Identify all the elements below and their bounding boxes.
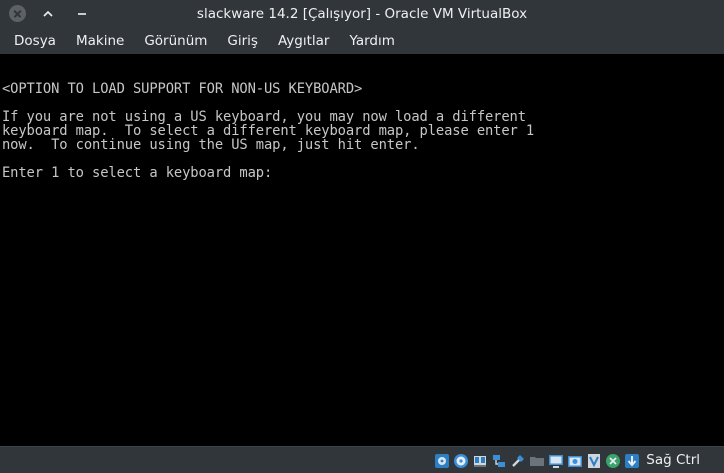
console-heading: <OPTION TO LOAD SUPPORT FOR NON-US KEYBO… bbox=[2, 81, 363, 97]
usb-icon[interactable] bbox=[509, 452, 526, 469]
keyboard-capture-icon[interactable] bbox=[623, 452, 640, 469]
menu-aygitlar[interactable]: Aygıtlar bbox=[268, 29, 340, 54]
vm-console-screen[interactable]: <OPTION TO LOAD SUPPORT FOR NON-US KEYBO… bbox=[0, 54, 724, 446]
console-prompt: Enter 1 to select a keyboard map: bbox=[2, 165, 273, 181]
menu-gorunum[interactable]: Görünüm bbox=[134, 29, 217, 54]
menu-makine[interactable]: Makine bbox=[66, 29, 134, 54]
menu-dosya[interactable]: Dosya bbox=[4, 29, 66, 54]
title-bar[interactable]: slackware 14.2 [Çalışıyor] - Oracle VM V… bbox=[0, 0, 724, 29]
mouse-integration-icon[interactable] bbox=[604, 452, 621, 469]
console-line: now. To continue using the US map, just … bbox=[2, 137, 420, 153]
virtualization-icon[interactable] bbox=[585, 452, 602, 469]
optical-drive-icon[interactable] bbox=[452, 452, 469, 469]
status-bar: Sağ Ctrl bbox=[0, 446, 724, 473]
console-line: keyboard map. To select a different keyb… bbox=[2, 123, 535, 139]
shared-folders-icon[interactable] bbox=[528, 452, 545, 469]
menu-yardim[interactable]: Yardım bbox=[339, 29, 404, 54]
window-title: slackware 14.2 [Çalışıyor] - Oracle VM V… bbox=[196, 6, 528, 22]
status-icons bbox=[433, 451, 640, 470]
audio-icon[interactable] bbox=[471, 452, 488, 469]
console-line: If you are not using a US keyboard, you … bbox=[2, 109, 526, 125]
virtualbox-window: slackware 14.2 [Çalışıyor] - Oracle VM V… bbox=[0, 0, 724, 473]
video-capture-icon[interactable] bbox=[566, 452, 583, 469]
host-key-label: Sağ Ctrl bbox=[646, 452, 700, 468]
menu-giris[interactable]: Giriş bbox=[217, 29, 268, 54]
network-icon[interactable] bbox=[490, 452, 507, 469]
menu-bar: Dosya Makine Görünüm Giriş Aygıtlar Yard… bbox=[0, 29, 724, 54]
hard-disk-icon[interactable] bbox=[433, 452, 450, 469]
display-icon[interactable] bbox=[547, 452, 564, 469]
